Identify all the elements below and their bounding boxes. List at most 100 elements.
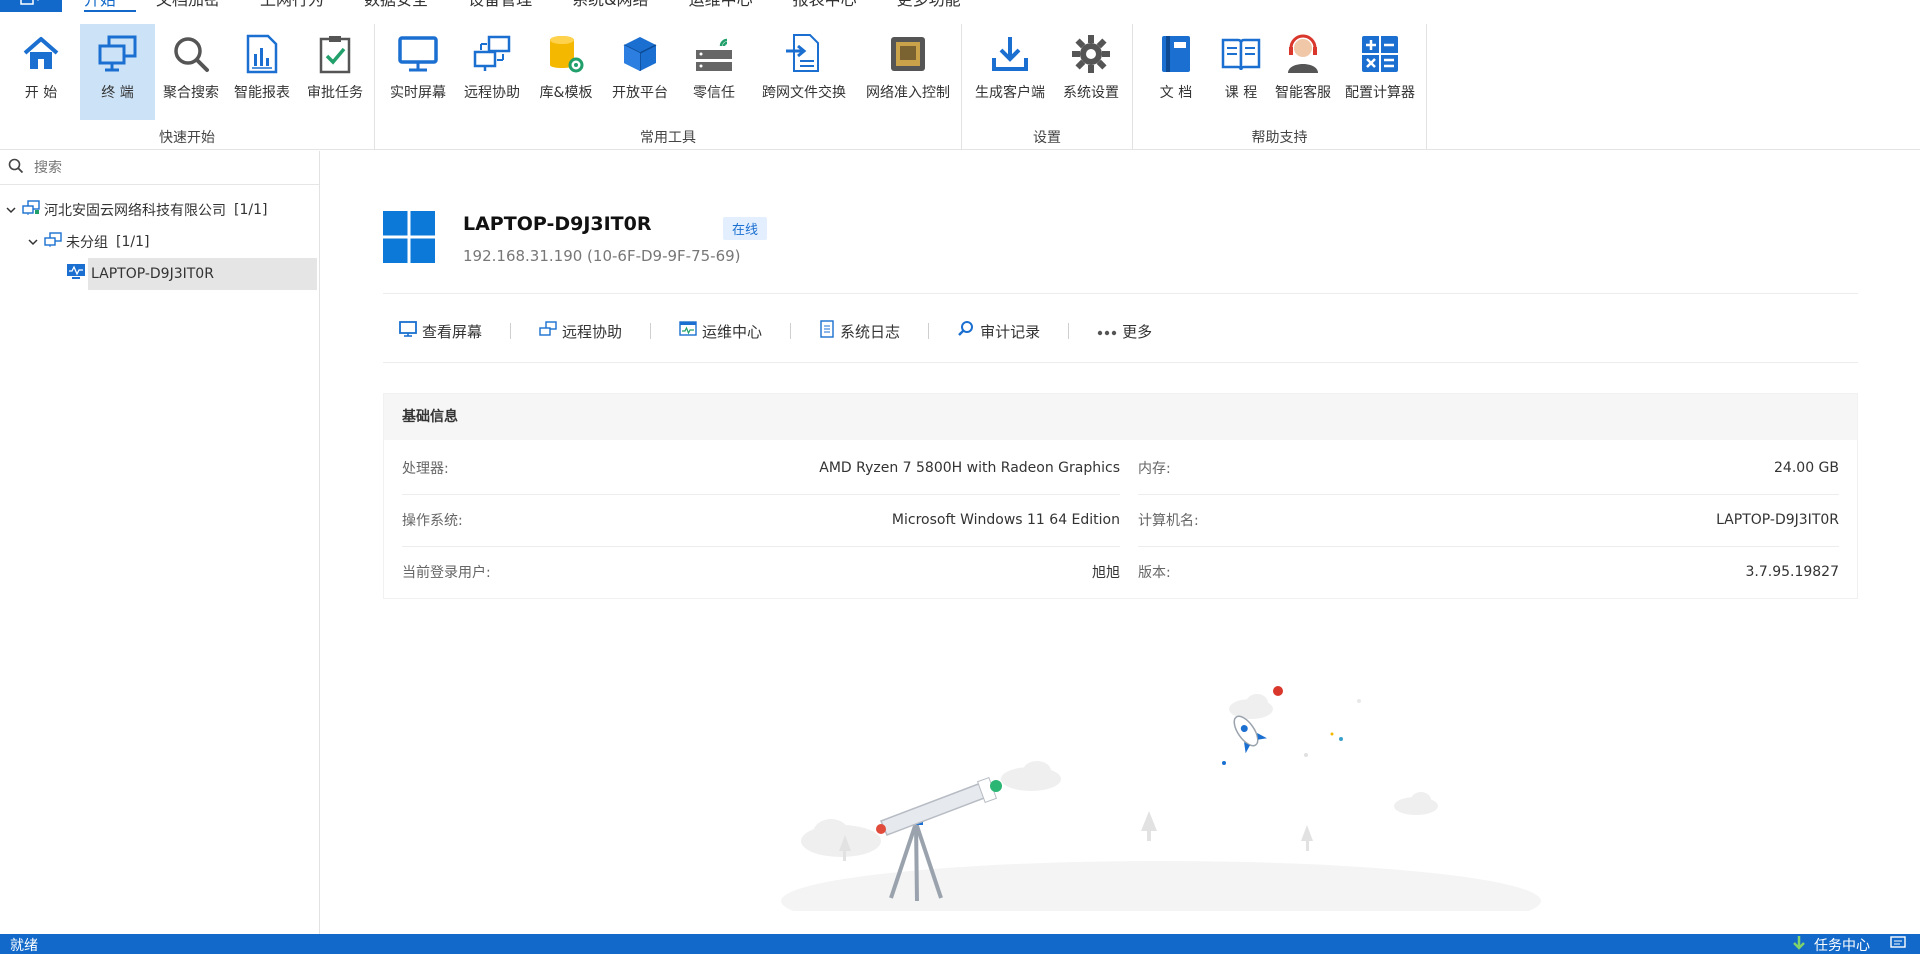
aggregate-search-button[interactable]: 聚合搜索 — [158, 24, 224, 120]
menu-bar: 开始 文档加密 上网行为 数据安全 设备管理 系统&网络 运维中心 报表中心 更… — [0, 0, 1920, 16]
cross-network-file-exchange-button[interactable]: 跨网文件交换 — [759, 24, 849, 120]
network-group-icon — [22, 200, 40, 220]
status-bar: 就绪 任务中心 — [0, 934, 1920, 954]
ribbon-toolbar: 开 始 终 端 聚合搜索 智能报表 审批任务 快速开始 实时屏幕 远程协助 库&… — [0, 24, 1920, 150]
live-screen-button[interactable]: 实时屏幕 — [385, 24, 451, 120]
tab-start[interactable]: 开始 — [84, 0, 137, 12]
device-title: LAPTOP-D9J3IT0R — [463, 213, 652, 235]
chevron-down-icon[interactable] — [4, 203, 18, 217]
search-icon — [8, 158, 24, 178]
computer-group-icon — [44, 232, 62, 252]
smart-support-button[interactable]: 智能客服 — [1269, 24, 1337, 120]
clipboard-check-icon — [313, 32, 357, 76]
monitor-icon — [396, 32, 440, 76]
tab-system-network[interactable]: 系统&网络 — [552, 0, 668, 12]
chevron-down-icon[interactable] — [26, 235, 40, 249]
app-menu-button[interactable] — [0, 0, 62, 12]
course-button[interactable]: 课 程 — [1211, 24, 1271, 120]
log-document-icon — [819, 320, 835, 342]
network-port-icon — [886, 32, 930, 76]
menu-icon — [20, 0, 42, 10]
task-center-button[interactable]: 任务中心 — [1792, 935, 1906, 954]
system-log-button[interactable]: 系统日志 — [791, 320, 900, 342]
group-title-common-tools: 常用工具 — [640, 130, 696, 146]
docs-button[interactable]: 文 档 — [1147, 24, 1205, 120]
headset-agent-icon — [1281, 32, 1325, 76]
generate-client-button[interactable]: 生成客户端 — [970, 24, 1050, 120]
telescope-rocket-illustration — [781, 686, 1541, 911]
system-settings-button[interactable]: 系统设置 — [1057, 24, 1125, 120]
windows-logo-icon — [383, 211, 435, 263]
device-name: LAPTOP-D9J3IT0R — [88, 258, 317, 290]
group-name: 未分组 — [66, 235, 108, 251]
tab-device-mgmt[interactable]: 设备管理 — [448, 0, 552, 12]
device-detail-panel: LAPTOP-D9J3IT0R 在线 192.168.31.190 (10-6F… — [321, 151, 1920, 934]
tree-node-device[interactable]: LAPTOP-D9J3IT0R — [0, 258, 319, 290]
status-text: 就绪 — [10, 938, 38, 954]
database-gear-icon — [544, 32, 588, 76]
task-center-label: 任务中心 — [1814, 938, 1870, 954]
message-icon[interactable] — [1890, 936, 1906, 954]
report-document-icon — [240, 32, 284, 76]
tree-node-ungrouped[interactable]: 未分组 [1/1] — [0, 226, 319, 258]
audit-record-button[interactable]: 审计记录 — [929, 320, 1040, 342]
library-template-button[interactable]: 库&模板 — [533, 24, 599, 120]
view-screen-button[interactable]: 查看屏幕 — [383, 321, 482, 342]
remote-assist-action-button[interactable]: 远程协助 — [511, 321, 622, 342]
more-button[interactable]: 更多 — [1069, 321, 1152, 342]
ribbon-group-help: 文 档 课 程 智能客服 配置计算器 帮助支持 — [1133, 24, 1427, 150]
computer-online-icon — [66, 263, 86, 285]
remote-assist-button[interactable]: 远程协助 — [459, 24, 525, 120]
group-title-settings: 设置 — [1033, 130, 1061, 146]
search-icon — [957, 320, 975, 342]
device-ip: 192.168.31.190 (10-6F-D9-9F-75-69) — [463, 247, 741, 265]
info-row-computer-name: 计算机名: LAPTOP-D9J3IT0R — [1138, 512, 1839, 529]
network-access-control-button[interactable]: 网络准入控制 — [861, 24, 955, 120]
zero-trust-button[interactable]: 零信任 — [681, 24, 747, 120]
tab-doc-encrypt[interactable]: 文档加密 — [136, 0, 240, 12]
tree-node-company[interactable]: 河北安固云网络科技有限公司 [1/1] — [0, 194, 319, 226]
divider — [383, 293, 1858, 294]
divider — [383, 362, 1858, 363]
start-button[interactable]: 开 始 — [12, 24, 70, 120]
info-row-os: 操作系统: Microsoft Windows 11 64 Edition — [402, 512, 1120, 529]
tab-data-security[interactable]: 数据安全 — [344, 0, 448, 12]
gear-icon — [1069, 32, 1113, 76]
config-calculator-button[interactable]: 配置计算器 — [1339, 24, 1421, 120]
calculator-icon — [1358, 32, 1402, 76]
sidebar-search — [0, 151, 319, 185]
more-dots-icon — [1097, 322, 1117, 340]
smart-report-button[interactable]: 智能报表 — [228, 24, 296, 120]
server-wifi-icon — [692, 32, 736, 76]
cube-icon — [618, 32, 662, 76]
company-count: [1/1] — [234, 202, 268, 218]
open-book-icon — [1219, 32, 1263, 76]
book-icon — [1154, 32, 1198, 76]
approval-task-button[interactable]: 审批任务 — [302, 24, 368, 120]
ops-center-action-button[interactable]: 运维中心 — [651, 321, 762, 342]
monitor-network-icon — [96, 32, 140, 76]
group-count: [1/1] — [116, 234, 150, 250]
tab-ops-center[interactable]: 运维中心 — [669, 0, 773, 12]
company-name: 河北安固云网络科技有限公司 — [44, 203, 226, 219]
app-window: 开始 文档加密 上网行为 数据安全 设备管理 系统&网络 运维中心 报表中心 更… — [0, 0, 1920, 954]
download-arrow-icon — [1792, 935, 1806, 954]
info-row-cpu: 处理器: AMD Ryzen 7 5800H with Radeon Graph… — [402, 460, 1120, 477]
home-icon — [19, 32, 63, 76]
file-transfer-icon — [782, 32, 826, 76]
tab-more-functions[interactable]: 更多功能 — [877, 0, 981, 12]
basic-info-title: 基础信息 — [384, 394, 1857, 440]
tab-web-behavior[interactable]: 上网行为 — [240, 0, 344, 12]
ribbon-group-settings: 生成客户端 系统设置 设置 — [962, 24, 1133, 150]
monitor-icon — [399, 321, 417, 341]
status-badge: 在线 — [723, 217, 768, 240]
info-row-version: 版本: 3.7.95.19827 — [1138, 564, 1839, 581]
group-title-help: 帮助支持 — [1251, 130, 1308, 146]
info-row-login-user: 当前登录用户: 旭旭 — [402, 565, 1120, 581]
tab-report-center[interactable]: 报表中心 — [773, 0, 877, 12]
search-input[interactable] — [34, 159, 294, 176]
ops-monitor-icon — [679, 321, 697, 341]
terminal-button[interactable]: 终 端 — [80, 24, 155, 120]
device-actions-bar: 查看屏幕 远程协助 运维中心 系统日志 审计记录 更多 — [383, 316, 1152, 346]
open-platform-button[interactable]: 开放平台 — [607, 24, 673, 120]
